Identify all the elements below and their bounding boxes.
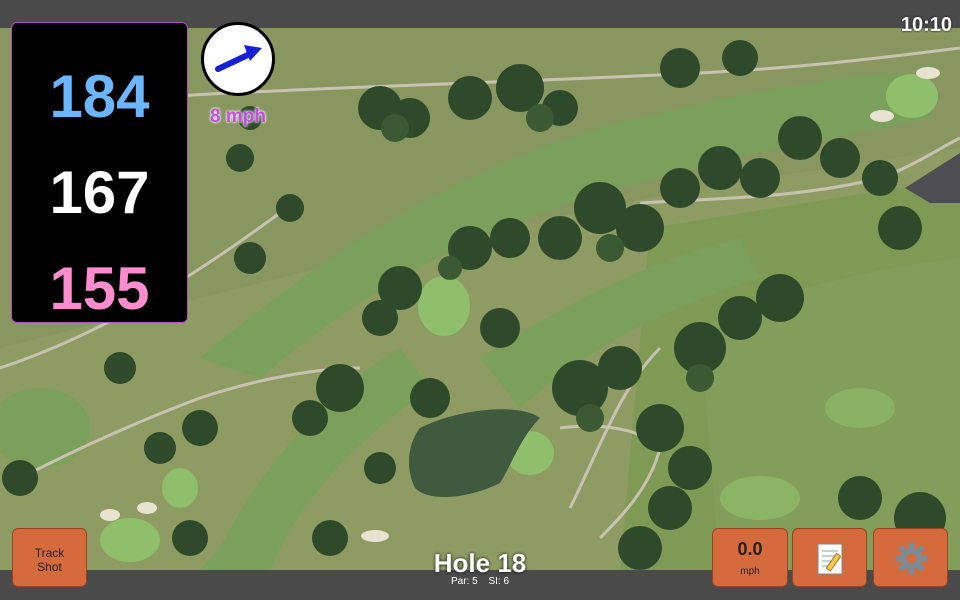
track-shot-label: Track Shot [34, 546, 65, 574]
wind-indicator [201, 22, 275, 96]
stroke-index-label: SI: 6 [488, 576, 510, 587]
hole-info: Par: 5 SI: 6 [380, 576, 580, 587]
distance-middle-of-green: 167 [49, 159, 150, 226]
clock-time: 10:10 [900, 14, 952, 36]
par-label: Par: 5 [450, 576, 478, 587]
gear-icon [895, 542, 928, 575]
scorecard-notes-button[interactable] [792, 528, 867, 587]
track-shot-button[interactable]: Track Shot [12, 528, 87, 587]
speed-value: 0.0 [737, 539, 763, 559]
distance-back-of-green: 184 [49, 63, 150, 130]
hole-title: Hole 18 [433, 548, 527, 578]
wind-speed-label: 8 mph [210, 106, 266, 127]
wind-direction-arrow-icon [215, 45, 262, 72]
notepad-icon [817, 543, 843, 575]
speed-display-button[interactable]: 0.0 mph [712, 528, 788, 587]
distance-panel: 184 167 155 [11, 22, 188, 323]
distance-front-of-green: 155 [49, 255, 150, 322]
settings-button[interactable] [873, 528, 948, 587]
speed-unit: mph [740, 566, 760, 577]
